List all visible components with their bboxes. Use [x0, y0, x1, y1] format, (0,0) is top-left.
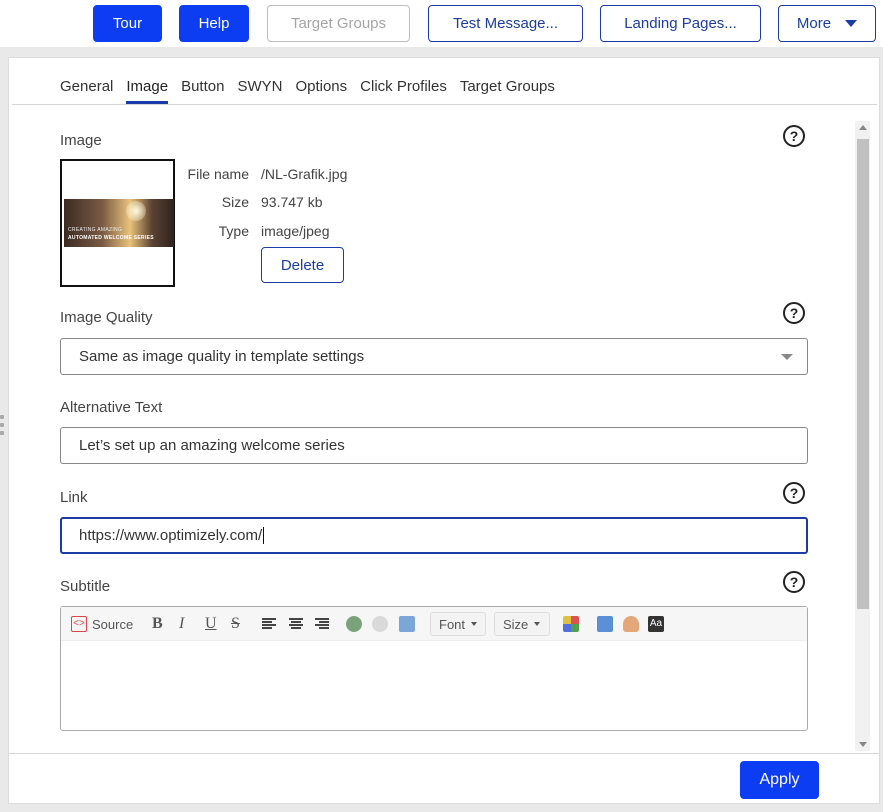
tab-bar: General Image Button SWYN Options Click … — [60, 78, 568, 104]
help-button[interactable]: Help — [179, 5, 249, 42]
italic-button[interactable]: I — [179, 615, 184, 633]
unlink-icon[interactable] — [372, 616, 388, 632]
file-name-value: /NL-Grafik.jpg — [261, 166, 348, 182]
source-label: Source — [92, 616, 134, 632]
size-label: Size — [503, 616, 529, 632]
help-icon[interactable]: ? — [783, 302, 805, 324]
alt-text-input[interactable]: Let’s set up an amazing welcome series — [60, 427, 808, 464]
alt-text-label: Alternative Text — [60, 399, 163, 416]
apply-button[interactable]: Apply — [740, 761, 819, 799]
chevron-down-icon — [845, 20, 858, 27]
settings-content: Image ? CREATING AMAZING AUTOMATED WELCO… — [9, 105, 854, 753]
vertical-scrollbar[interactable] — [855, 121, 870, 751]
link-value: https://www.optimizely.com/ — [79, 527, 263, 544]
delete-button[interactable]: Delete — [261, 247, 344, 283]
image-settings-panel: General Image Button SWYN Options Click … — [8, 57, 880, 804]
thumbnail-caption: CREATING AMAZING — [68, 227, 123, 233]
subtitle-label: Subtitle — [60, 578, 111, 595]
test-message-button[interactable]: Test Message... — [428, 5, 583, 42]
subtitle-editor[interactable]: <> Source B I U S Font Size Aa — [60, 606, 808, 731]
file-name-label: File name — [187, 166, 249, 182]
text-cursor — [263, 527, 265, 544]
chevron-down-icon — [534, 622, 541, 626]
landing-pages-button[interactable]: Landing Pages... — [600, 5, 761, 42]
image-quality-value: Same as image quality in template settin… — [79, 348, 365, 365]
tour-button[interactable]: Tour — [93, 5, 162, 42]
tab-button[interactable]: Button — [181, 78, 224, 104]
scroll-down-icon[interactable] — [859, 742, 867, 747]
tab-options[interactable]: Options — [295, 78, 347, 104]
thumbnail-caption-strong: AUTOMATED WELCOME SERIES — [68, 235, 154, 241]
source-button[interactable]: <> Source — [71, 615, 133, 633]
align-center-icon[interactable] — [289, 615, 303, 633]
target-groups-button[interactable]: Target Groups — [267, 5, 410, 42]
font-select[interactable]: Font — [430, 612, 486, 636]
image-quality-label: Image Quality — [60, 309, 153, 326]
link-icon[interactable] — [346, 616, 362, 632]
link-input[interactable]: https://www.optimizely.com/ — [60, 517, 808, 554]
alt-text-value: Let’s set up an amazing welcome series — [79, 437, 345, 454]
help-icon[interactable]: ? — [783, 482, 805, 504]
more-label: More — [796, 15, 832, 32]
align-right-icon[interactable] — [315, 615, 329, 633]
image-insert-icon[interactable] — [597, 616, 613, 632]
image-label: Image — [60, 132, 102, 149]
tab-swyn[interactable]: SWYN — [237, 78, 282, 104]
help-icon[interactable]: ? — [783, 571, 805, 593]
chevron-down-icon — [471, 622, 478, 626]
resize-grip-icon[interactable] — [0, 415, 5, 443]
panel-footer: Apply — [9, 753, 879, 803]
help-icon[interactable]: ? — [783, 125, 805, 147]
thumbnail-photo: CREATING AMAZING AUTOMATED WELCOME SERIE… — [64, 199, 174, 247]
font-label: Font — [439, 616, 466, 632]
tab-image[interactable]: Image — [126, 78, 169, 104]
tab-click-profiles[interactable]: Click Profiles — [360, 78, 447, 104]
underline-button[interactable]: U — [205, 615, 217, 633]
type-value: image/jpeg — [261, 223, 330, 239]
size-select[interactable]: Size — [494, 612, 550, 636]
color-grid-icon[interactable] — [563, 616, 579, 632]
top-toolbar: Tour Help Target Groups Test Message... … — [0, 0, 883, 47]
chevron-down-icon — [781, 354, 793, 360]
source-code-icon: <> — [71, 616, 87, 632]
tab-general[interactable]: General — [60, 78, 113, 104]
size-value: 93.747 kb — [261, 194, 323, 210]
image-thumbnail[interactable]: CREATING AMAZING AUTOMATED WELCOME SERIE… — [60, 159, 175, 287]
anchor-flag-icon[interactable] — [399, 616, 415, 632]
align-left-icon[interactable] — [262, 615, 276, 633]
strikethrough-button[interactable]: S — [231, 615, 240, 633]
size-label: Size — [221, 194, 249, 210]
scrollbar-thumb[interactable] — [857, 139, 869, 609]
bold-button[interactable]: B — [152, 615, 163, 633]
personalization-user-icon[interactable] — [623, 616, 639, 632]
more-dropdown-button[interactable]: More — [778, 5, 876, 42]
editor-toolbar: <> Source B I U S Font Size Aa — [61, 607, 807, 641]
type-label: Type — [218, 223, 249, 239]
text-style-icon[interactable]: Aa — [648, 616, 664, 632]
link-label: Link — [60, 489, 88, 506]
scroll-up-icon[interactable] — [859, 125, 867, 130]
tab-target-groups[interactable]: Target Groups — [460, 78, 555, 104]
image-quality-select[interactable]: Same as image quality in template settin… — [60, 338, 808, 375]
